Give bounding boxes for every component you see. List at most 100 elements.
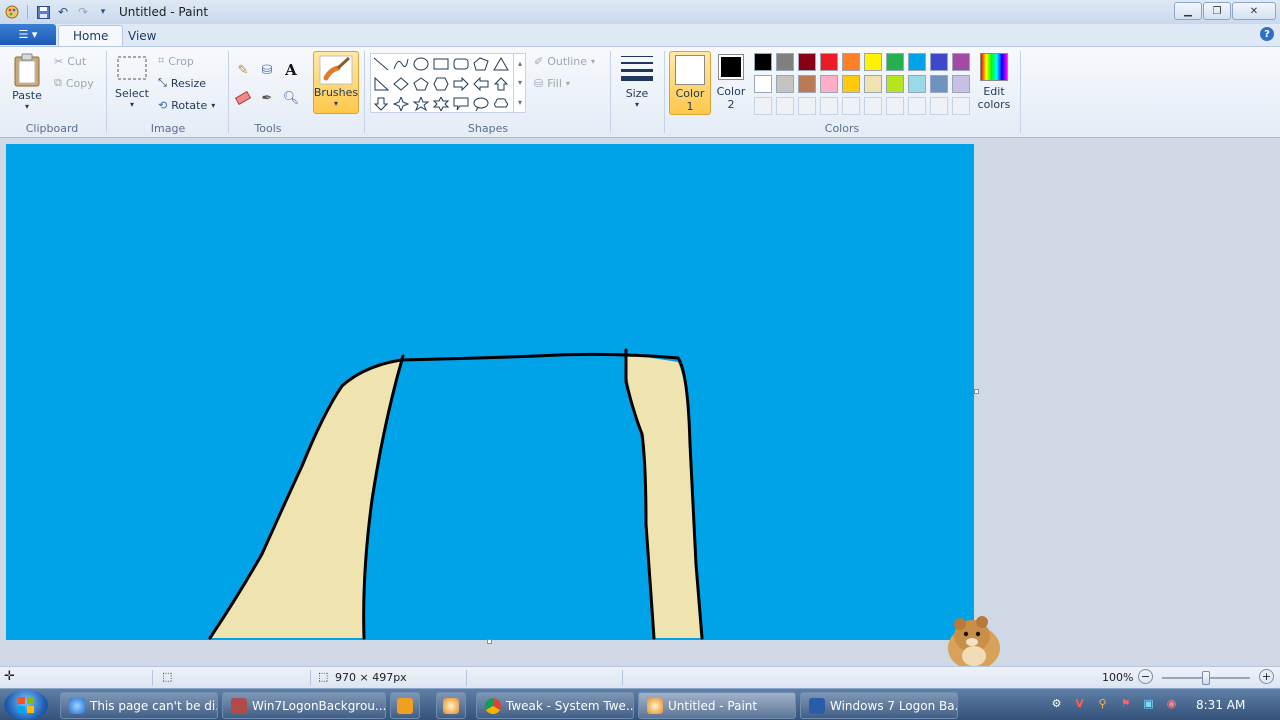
shapes-expand-icon[interactable]: ▾	[518, 98, 522, 107]
text-tool[interactable]: A	[281, 60, 301, 80]
size-button[interactable]: Size ▾	[618, 53, 656, 109]
custom-color-slot[interactable]	[908, 97, 926, 115]
rectangle-shape[interactable]	[431, 54, 451, 73]
minimize-button[interactable]: ▁	[1174, 2, 1202, 20]
canvas-resize-handle-right[interactable]	[974, 389, 979, 394]
redo-icon[interactable]: ↷	[75, 4, 91, 20]
hexagon-shape[interactable]	[431, 74, 451, 93]
tray-search-icon[interactable]: ⚲	[1094, 695, 1111, 712]
custom-color-slot[interactable]	[886, 97, 904, 115]
select-button[interactable]: Select ▾	[114, 55, 150, 109]
cloud-callout-shape[interactable]	[491, 94, 511, 113]
pentagon-shape[interactable]	[411, 74, 431, 93]
restore-button[interactable]: ❐	[1203, 2, 1231, 20]
five-point-star-shape[interactable]	[411, 94, 431, 113]
taskbar-item-word[interactable]: Windows 7 Logon Ba...	[800, 692, 958, 719]
zoom-slider[interactable]	[1162, 671, 1250, 685]
palette-swatch[interactable]	[842, 53, 860, 71]
palette-swatch[interactable]	[842, 75, 860, 93]
triangle-shape[interactable]	[491, 54, 511, 73]
undo-icon[interactable]: ↶	[55, 4, 71, 20]
tray-monitor-icon[interactable]: ▣	[1140, 695, 1157, 712]
rotate-button[interactable]: ⟲ Rotate ▾	[158, 95, 215, 115]
palette-swatch[interactable]	[952, 75, 970, 93]
oval-callout-shape[interactable]	[471, 94, 491, 113]
palette-swatch[interactable]	[908, 75, 926, 93]
custom-color-slot[interactable]	[820, 97, 838, 115]
curve-shape[interactable]	[391, 54, 411, 73]
edit-colors-button[interactable]: Edit colors	[976, 53, 1012, 111]
taskbar-item-paint[interactable]: Untitled - Paint	[638, 692, 796, 719]
right-triangle-shape[interactable]	[371, 74, 391, 93]
scroll-up-icon[interactable]: ▴	[518, 59, 522, 68]
right-arrow-shape[interactable]	[451, 74, 471, 93]
pencil-tool[interactable]: ✎	[233, 60, 253, 80]
taskbar-item-chrome[interactable]: Tweak - System Twe...	[476, 692, 634, 719]
tray-v-icon[interactable]: V	[1071, 695, 1088, 712]
custom-color-slot[interactable]	[776, 97, 794, 115]
palette-swatch[interactable]	[776, 53, 794, 71]
taskbar-item-win7logon[interactable]: Win7LogonBackgrou...	[222, 692, 386, 719]
outline-button[interactable]: ✐ Outline ▾	[534, 51, 595, 71]
drawing-canvas[interactable]	[6, 144, 974, 640]
save-icon[interactable]	[35, 4, 51, 20]
custom-color-slot[interactable]	[930, 97, 948, 115]
taskbar-item-paint-pinned[interactable]	[436, 692, 466, 719]
taskbar-item-media[interactable]	[390, 692, 420, 719]
polygon-shape[interactable]	[471, 54, 491, 73]
palette-swatch[interactable]	[864, 53, 882, 71]
custom-color-slot[interactable]	[864, 97, 882, 115]
palette-swatch[interactable]	[930, 75, 948, 93]
zoom-out-button[interactable]: −	[1138, 669, 1153, 684]
paint-menu-button[interactable]: ☰ ▾	[0, 24, 56, 45]
close-button[interactable]: ✕	[1232, 2, 1276, 20]
customize-qat-icon[interactable]: ▾	[95, 4, 111, 20]
taskbar-clock[interactable]: 8:31 AM	[1196, 698, 1245, 712]
left-arrow-shape[interactable]	[471, 74, 491, 93]
zoom-in-button[interactable]: +	[1259, 669, 1274, 684]
color2-button[interactable]: Color 2	[714, 54, 748, 111]
magnifier-tool[interactable]: 🔍︎	[281, 88, 301, 108]
eraser-tool[interactable]	[233, 88, 253, 108]
palette-swatch[interactable]	[798, 75, 816, 93]
color-picker-tool[interactable]: ✒	[257, 88, 277, 108]
palette-swatch[interactable]	[886, 53, 904, 71]
custom-color-slot[interactable]	[798, 97, 816, 115]
oval-shape[interactable]	[411, 54, 431, 73]
crop-button[interactable]: ⌗ Crop	[158, 51, 194, 71]
four-point-star-shape[interactable]	[391, 94, 411, 113]
copy-button[interactable]: ⧉ Copy	[54, 73, 94, 93]
taskbar-item-ie[interactable]: This page can't be di...	[60, 692, 218, 719]
palette-swatch[interactable]	[754, 53, 772, 71]
tray-record-icon[interactable]: ◉	[1163, 695, 1180, 712]
paint-app-icon[interactable]	[4, 4, 20, 20]
down-arrow-shape[interactable]	[371, 94, 391, 113]
cut-button[interactable]: ✂ Cut	[54, 51, 86, 71]
palette-swatch[interactable]	[908, 53, 926, 71]
palette-swatch[interactable]	[820, 53, 838, 71]
up-arrow-shape[interactable]	[491, 74, 511, 93]
start-button[interactable]	[4, 690, 48, 720]
fill-button[interactable]: ⛁ Fill ▾	[534, 73, 570, 93]
palette-swatch[interactable]	[864, 75, 882, 93]
zoom-slider-thumb[interactable]	[1202, 671, 1210, 685]
brushes-button[interactable]: Brushes ▾	[313, 51, 359, 114]
palette-swatch[interactable]	[820, 75, 838, 93]
palette-swatch[interactable]	[952, 53, 970, 71]
diamond-shape[interactable]	[391, 74, 411, 93]
scroll-down-icon[interactable]: ▾	[518, 78, 522, 87]
help-icon[interactable]: ?	[1260, 27, 1274, 41]
color1-button[interactable]: Color 1	[669, 51, 711, 115]
resize-button[interactable]: ⤡ Resize	[158, 73, 206, 93]
custom-color-slot[interactable]	[952, 97, 970, 115]
palette-swatch[interactable]	[776, 75, 794, 93]
palette-swatch[interactable]	[798, 53, 816, 71]
palette-swatch[interactable]	[886, 75, 904, 93]
rounded-rectangle-shape[interactable]	[451, 54, 471, 73]
custom-color-slot[interactable]	[842, 97, 860, 115]
shapes-scrollbar[interactable]: ▴ ▾ ▾	[513, 54, 526, 112]
tab-view[interactable]: View	[114, 25, 170, 46]
rectangular-callout-shape[interactable]	[451, 94, 471, 113]
tray-flag-icon[interactable]: ⚑	[1117, 695, 1134, 712]
canvas-resize-handle-bottom[interactable]	[487, 639, 492, 644]
